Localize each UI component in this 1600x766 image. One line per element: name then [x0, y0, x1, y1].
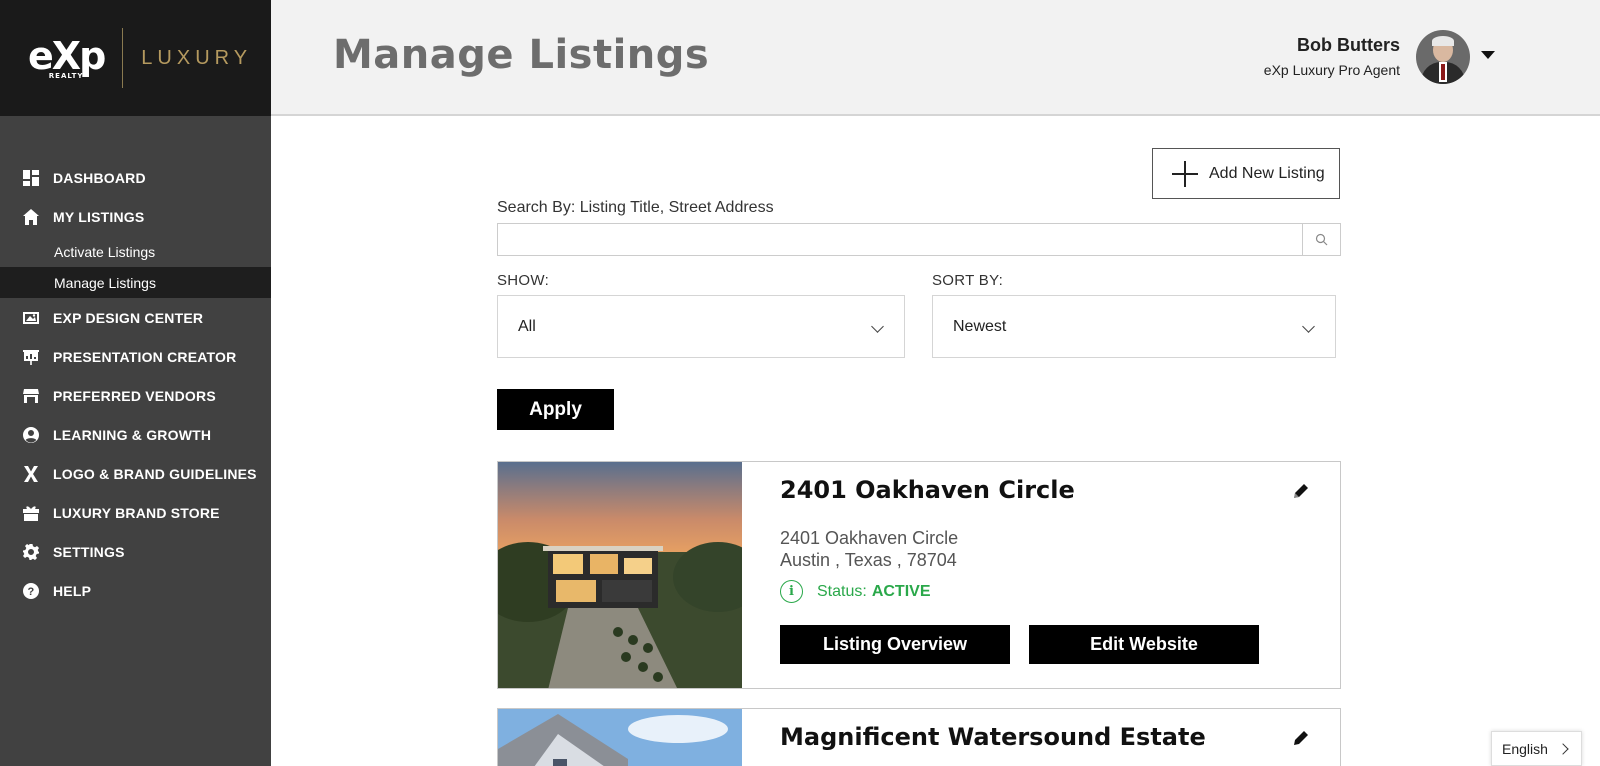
sidebar-item-presentation-creator[interactable]: PRESENTATION CREATOR: [0, 337, 271, 376]
page-title: Manage Listings: [333, 32, 710, 78]
logo[interactable]: eXp REALTY LUXURY: [0, 0, 271, 116]
sort-by-label: SORT BY:: [932, 272, 1004, 289]
apply-button[interactable]: Apply: [497, 389, 614, 430]
listing-overview-button[interactable]: Listing Overview: [780, 625, 1010, 664]
search-label: Search By: Listing Title, Street Address: [497, 199, 774, 216]
sidebar-subitem-activate-listings[interactable]: Activate Listings: [0, 236, 271, 267]
chevron-down-icon: [871, 320, 884, 333]
sidebar-item-label: PRESENTATION CREATOR: [53, 348, 237, 365]
listing-address-line1: 2401 Oakhaven Circle: [780, 528, 959, 548]
listing-photo[interactable]: [498, 709, 742, 766]
avatar-hair: [1432, 36, 1454, 46]
dashboard-icon: [22, 169, 40, 187]
search-button[interactable]: [1302, 224, 1340, 255]
plus-icon: [1171, 160, 1199, 188]
sidebar-subitem-label: Manage Listings: [54, 274, 156, 291]
sidebar-item-label: SETTINGS: [53, 543, 125, 560]
sidebar-item-label: EXP DESIGN CENTER: [53, 309, 204, 326]
show-filter-value: All: [518, 317, 536, 335]
sidebar-item-label: LOGO & BRAND GUIDELINES: [53, 465, 257, 482]
show-filter-select[interactable]: All: [497, 295, 905, 358]
user-role: eXp Luxury Pro Agent: [1263, 62, 1400, 78]
sidebar-item-label: HELP: [53, 582, 92, 599]
sidebar-item-label: PREFERRED VENDORS: [53, 387, 216, 404]
pencil-icon[interactable]: [1292, 482, 1310, 500]
chevron-down-icon: [1302, 320, 1315, 333]
store-icon: [22, 387, 40, 405]
user-circle-icon: [22, 426, 40, 444]
x-logo-icon: [22, 465, 40, 483]
add-new-listing-button[interactable]: Add New Listing: [1152, 148, 1340, 199]
sidebar-item-design-center[interactable]: EXP DESIGN CENTER: [0, 298, 271, 337]
svg-text:?: ?: [28, 586, 35, 598]
sidebar-item-label: MY LISTINGS: [53, 208, 145, 225]
avatar[interactable]: [1416, 30, 1470, 84]
listing-title[interactable]: 2401 Oakhaven Circle: [780, 476, 1075, 504]
image-icon: [22, 309, 40, 327]
sidebar-item-dashboard[interactable]: DASHBOARD: [0, 158, 271, 197]
sidebar-item-label: DASHBOARD: [53, 169, 146, 186]
sidebar-item-settings[interactable]: SETTINGS: [0, 532, 271, 571]
sidebar: eXp REALTY LUXURY DASHBOARD MY LISTINGS …: [0, 0, 271, 766]
language-value: English: [1502, 740, 1548, 757]
status-badge: ACTIVE: [871, 582, 931, 600]
search-icon: [1315, 233, 1328, 246]
sidebar-item-preferred-vendors[interactable]: PREFERRED VENDORS: [0, 376, 271, 415]
sidebar-item-luxury-brand-store[interactable]: LUXURY BRAND STORE: [0, 493, 271, 532]
sidebar-item-help[interactable]: ? HELP: [0, 571, 271, 610]
sort-by-value: Newest: [953, 317, 1007, 335]
sidebar-item-logo-brand-guidelines[interactable]: LOGO & BRAND GUIDELINES: [0, 454, 271, 493]
chevron-right-icon: [1557, 743, 1569, 755]
exp-logo-text: eXp: [28, 33, 106, 78]
status-label: Status:: [817, 582, 867, 600]
home-icon: [22, 208, 40, 226]
sidebar-item-label: LUXURY BRAND STORE: [53, 504, 220, 521]
search-box: [497, 223, 1341, 256]
user-name: Bob Butters: [1297, 35, 1400, 55]
avatar-tie: [1441, 64, 1445, 80]
sidebar-nav: DASHBOARD MY LISTINGS Activate Listings …: [0, 116, 271, 610]
listing-card: Magnificent Watersound Estate: [497, 708, 1341, 766]
luxury-logo-text: LUXURY: [141, 46, 253, 69]
exp-logo: eXp REALTY: [28, 33, 106, 80]
user-menu-caret-icon[interactable]: [1481, 51, 1495, 59]
language-selector[interactable]: English: [1491, 731, 1582, 766]
sidebar-item-learning-growth[interactable]: LEARNING & GROWTH: [0, 415, 271, 454]
page-header: Manage Listings Bob Butters eXp Luxury P…: [271, 0, 1600, 116]
info-icon: i: [780, 580, 803, 603]
add-new-listing-label: Add New Listing: [1209, 164, 1325, 182]
listing-status: i Status: ACTIVE: [780, 580, 930, 603]
show-filter-label: SHOW:: [497, 272, 550, 289]
logo-divider: [122, 28, 124, 88]
listing-address-line2: Austin , Texas , 78704: [780, 550, 957, 570]
sidebar-subitem-label: Activate Listings: [54, 243, 156, 260]
listing-title[interactable]: Magnificent Watersound Estate: [780, 723, 1206, 751]
pencil-icon[interactable]: [1292, 729, 1310, 747]
gift-icon: [22, 504, 40, 522]
help-icon: ?: [22, 582, 40, 600]
listing-photo[interactable]: [498, 462, 742, 688]
presentation-icon: [22, 348, 40, 366]
search-input[interactable]: [498, 224, 1302, 255]
listing-card: 2401 Oakhaven Circle 2401 Oakhaven Circl…: [497, 461, 1341, 689]
sidebar-item-label: LEARNING & GROWTH: [53, 426, 212, 443]
sidebar-subitem-manage-listings[interactable]: Manage Listings: [0, 267, 271, 298]
sort-by-select[interactable]: Newest: [932, 295, 1336, 358]
gear-icon: [22, 543, 40, 561]
sidebar-item-my-listings[interactable]: MY LISTINGS: [0, 197, 271, 236]
edit-website-button[interactable]: Edit Website: [1029, 625, 1259, 664]
